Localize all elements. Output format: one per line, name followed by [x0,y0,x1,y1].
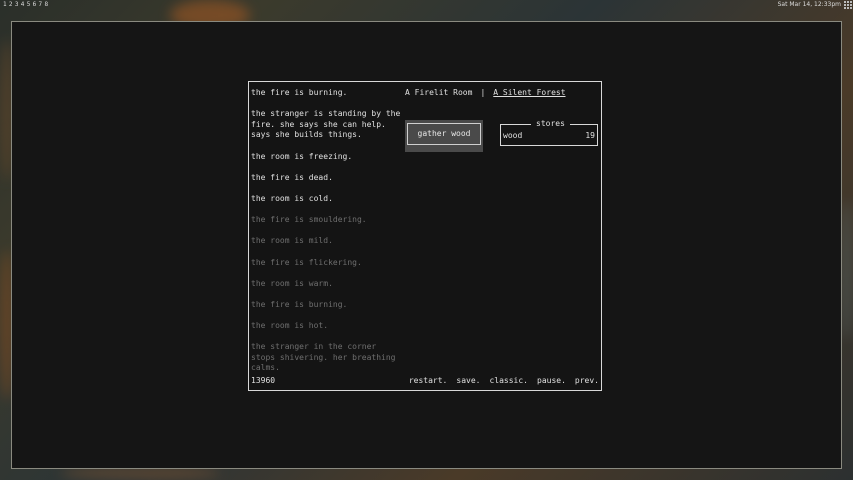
workspace-4[interactable]: 4 [21,1,26,8]
notification: the stranger is standing by the fire. sh… [251,109,401,140]
notification: the fire is flickering. [251,257,362,267]
store-value: 19 [585,131,595,140]
top-bar: 12345678 Sat Mar 14, 12:33pm [0,0,853,10]
notification: the fire is burning. [251,299,348,309]
apps-grid-icon[interactable] [844,1,852,9]
notification: the fire is dead. [251,172,333,182]
notification: the stranger in the corner stops shiveri… [251,342,401,373]
location-header: A Firelit Room | A Silent Forest [405,88,566,98]
workspace-3[interactable]: 3 [15,1,20,8]
gather-wood-button[interactable]: gather wood [407,123,481,145]
restart-link[interactable]: restart. [409,376,448,385]
notification: the room is hot. [251,321,329,331]
clock: Sat Mar 14, 12:33pm [777,1,841,8]
save-link[interactable]: save. [456,376,480,385]
location-current: A Firelit Room [405,88,473,97]
store-name: wood [503,131,523,140]
footer-menu: restart. save. classic. pause. prev. [400,376,599,386]
classic-link[interactable]: classic. [489,376,528,385]
location-separator: | [480,88,486,97]
notification: the fire is smouldering. [251,215,367,225]
workspace-7[interactable]: 7 [39,1,44,8]
location-forest-link[interactable]: A Silent Forest [493,88,565,97]
workspace-list: 12345678 [3,0,50,10]
stores-panel: stores wood 19 [500,119,598,146]
prev-link[interactable]: prev. [575,376,599,385]
notification: the room is mild. [251,236,333,246]
workspace-1[interactable]: 1 [3,1,8,8]
gather-button-frame: gather wood [405,120,483,152]
notification: the room is cold. [251,193,333,203]
stores-title: stores [531,119,570,129]
workspace-8[interactable]: 8 [44,1,49,8]
notification-log: the fire is burning. the stranger is stan… [251,88,401,374]
score: 13960 [251,376,276,385]
notification: the room is freezing. [251,151,353,161]
workspace-5[interactable]: 5 [27,1,32,8]
game-panel: the fire is burning. the stranger is stan… [248,81,602,391]
pause-link[interactable]: pause. [537,376,566,385]
notification: the fire is burning. [251,88,348,97]
workspace-2[interactable]: 2 [9,1,14,8]
workspace-6[interactable]: 6 [33,1,38,8]
store-row-wood: wood 19 [503,131,595,141]
browser-window: the fire is burning. the stranger is stan… [11,21,842,469]
notification: the room is warm. [251,278,333,288]
